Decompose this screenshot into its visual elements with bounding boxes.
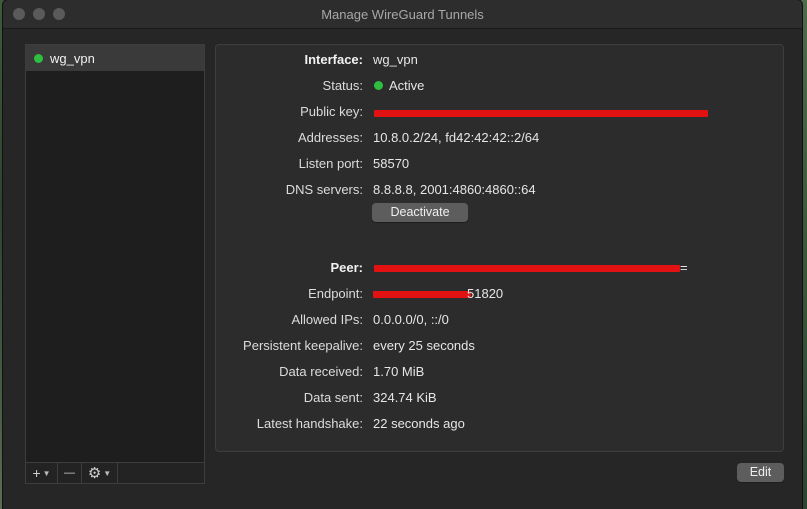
public-key-label: Public key: <box>300 104 363 119</box>
peer-label: Peer: <box>330 260 363 275</box>
remove-tunnel-button[interactable]: — <box>58 463 82 483</box>
allowed-ips-value: 0.0.0.0/0, ::/0 <box>373 312 449 327</box>
plus-icon: + <box>32 465 41 481</box>
status-value: Active <box>389 78 425 93</box>
chevron-down-icon: ▼ <box>42 468 51 478</box>
keepalive-label: Persistent keepalive: <box>243 338 363 353</box>
interface-label: Interface: <box>304 52 363 67</box>
data-received-row: Data received: 1.70 MiB <box>216 364 783 382</box>
allowed-ips-label: Allowed IPs: <box>291 312 363 327</box>
tunnel-name: wg_vpn <box>50 51 95 66</box>
status-label: Status: <box>322 78 363 93</box>
tunnel-list-toolbar: + ▼ — ⚙ ▼ <box>26 462 204 483</box>
redaction-bar <box>374 265 680 272</box>
interface-row: Interface: wg_vpn <box>216 52 783 70</box>
tunnel-item-wg-vpn[interactable]: wg_vpn <box>26 45 204 71</box>
endpoint-value: 51820 <box>467 286 504 301</box>
tunnel-detail-panel: Interface: wg_vpn Status: Active Public … <box>215 44 784 452</box>
minus-icon: — <box>64 467 75 479</box>
addresses-value: 10.8.0.2/24, fd42:42:42::2/64 <box>373 130 540 145</box>
data-sent-label: Data sent: <box>303 390 363 405</box>
addresses-label: Addresses: <box>297 130 363 145</box>
endpoint-row: Endpoint: 51820 <box>216 286 783 304</box>
data-received-label: Data received: <box>279 364 363 379</box>
dns-servers-label: DNS servers: <box>285 182 363 197</box>
public-key-row: Public key: <box>216 104 783 122</box>
keepalive-value: every 25 seconds <box>373 338 475 353</box>
active-status-icon <box>34 54 43 63</box>
addresses-row: Addresses: 10.8.0.2/24, fd42:42:42::2/64 <box>216 130 783 148</box>
allowed-ips-row: Allowed IPs: 0.0.0.0/0, ::/0 <box>216 312 783 330</box>
listen-port-label: Listen port: <box>298 156 363 171</box>
data-sent-row: Data sent: 324.74 KiB <box>216 390 783 408</box>
chevron-down-icon: ▼ <box>103 468 112 478</box>
manage-tunnels-window: Manage WireGuard Tunnels wg_vpn + ▼ — ⚙ … <box>3 0 802 509</box>
add-tunnel-button[interactable]: + ▼ <box>26 463 58 483</box>
latest-handshake-label: Latest handshake: <box>256 416 363 431</box>
peer-value: = <box>680 260 688 275</box>
latest-handshake-row: Latest handshake: 22 seconds ago <box>216 416 783 434</box>
peer-row: Peer: = <box>216 260 783 278</box>
latest-handshake-value: 22 seconds ago <box>373 416 465 431</box>
interface-value: wg_vpn <box>373 52 418 67</box>
redaction-bar <box>373 291 471 298</box>
endpoint-label: Endpoint: <box>308 286 363 301</box>
tunnel-list: wg_vpn + ▼ — ⚙ ▼ <box>25 44 205 484</box>
tunnel-actions-button[interactable]: ⚙ ▼ <box>82 463 118 483</box>
listen-port-value: 58570 <box>373 156 410 171</box>
deactivate-button[interactable]: Deactivate <box>372 203 468 222</box>
data-sent-value: 324.74 KiB <box>373 390 437 405</box>
active-status-icon <box>374 81 383 90</box>
window-title: Manage WireGuard Tunnels <box>321 7 484 22</box>
data-received-value: 1.70 MiB <box>373 364 425 379</box>
redaction-bar <box>374 110 708 117</box>
dns-servers-value: 8.8.8.8, 2001:4860:4860::64 <box>373 182 536 197</box>
gear-icon: ⚙ <box>87 465 102 482</box>
title-bar: Manage WireGuard Tunnels <box>3 0 802 29</box>
listen-port-row: Listen port: 58570 <box>216 156 783 174</box>
edit-button[interactable]: Edit <box>737 463 784 482</box>
status-row: Status: Active <box>216 78 783 96</box>
keepalive-row: Persistent keepalive: every 25 seconds <box>216 338 783 356</box>
dns-servers-row: DNS servers: 8.8.8.8, 2001:4860:4860::64 <box>216 182 783 200</box>
